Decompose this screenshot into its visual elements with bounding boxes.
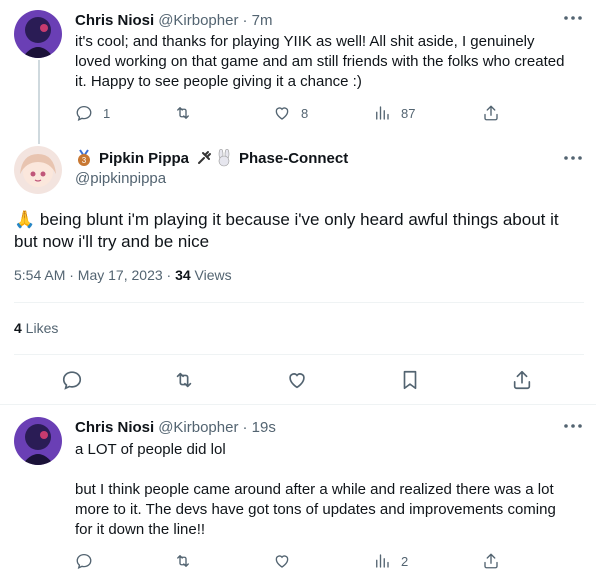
likes-count: 4 — [14, 320, 22, 336]
share-icon — [484, 553, 498, 569]
reply-button[interactable]: 1 — [75, 104, 110, 122]
more-options-icon[interactable] — [563, 155, 583, 161]
share-button[interactable] — [482, 552, 500, 570]
views-button[interactable]: 87 — [373, 104, 415, 122]
heart-icon — [275, 555, 289, 568]
tweet-timestamp[interactable]: 5:54 AM · May 17, 2023 · — [14, 267, 175, 283]
heart-icon — [275, 107, 289, 120]
views-count: 2 — [401, 553, 409, 569]
plug-icon — [198, 151, 212, 164]
bunny-icon — [218, 149, 230, 167]
tweet-time[interactable]: · 7m — [242, 12, 272, 29]
retweet-button[interactable] — [174, 552, 192, 570]
author-handle[interactable]: @Kirbopher — [158, 419, 238, 436]
reply-button[interactable] — [61, 369, 83, 391]
bookmark-icon — [403, 370, 417, 390]
share-icon — [484, 105, 498, 121]
like-button[interactable]: 8 — [273, 104, 308, 122]
tweet-text: it's cool; and thanks for playing YIIK a… — [75, 33, 565, 90]
tweet-text-line1: a LOT of people did lol — [75, 441, 226, 458]
like-count: 8 — [301, 105, 309, 121]
divider — [14, 354, 584, 355]
like-button[interactable] — [273, 552, 291, 570]
medal-icon: 3 — [78, 149, 90, 166]
svg-text:3: 3 — [82, 156, 87, 165]
more-options-icon[interactable] — [563, 15, 583, 21]
avatar[interactable] — [14, 146, 62, 194]
author-name[interactable]: Chris Niosi — [75, 12, 154, 29]
author-name[interactable]: Pipkin Pippa — [99, 150, 189, 167]
likes-summary[interactable]: 4 Likes — [14, 320, 58, 336]
reply-button[interactable] — [75, 552, 93, 570]
more-options-icon[interactable] — [563, 423, 583, 429]
retweet-button[interactable] — [174, 104, 192, 122]
views-count: 87 — [401, 105, 416, 121]
reply-count: 1 — [103, 105, 111, 121]
avatar[interactable] — [14, 10, 62, 58]
retweet-icon — [177, 107, 189, 119]
author-name[interactable]: Chris Niosi — [75, 419, 154, 436]
share-icon — [513, 370, 531, 390]
heart-icon — [289, 373, 305, 389]
views-button[interactable]: 2 — [373, 552, 408, 570]
divider — [0, 404, 596, 405]
retweet-button[interactable] — [173, 369, 195, 391]
affiliation-name[interactable]: Phase-Connect — [239, 150, 348, 167]
views-icon — [376, 554, 389, 568]
views-label: Views — [190, 267, 232, 283]
likes-label: Likes — [21, 320, 59, 336]
reply-icon — [76, 105, 92, 121]
views-count: 34 — [175, 267, 191, 283]
author-handle[interactable]: @pipkinpippa — [75, 170, 166, 187]
views-icon — [376, 106, 389, 120]
divider — [14, 302, 584, 303]
bookmark-button[interactable] — [399, 369, 421, 391]
retweet-icon — [177, 555, 189, 567]
tweet-text: 🙏 being blunt i'm playing it because i'v… — [14, 210, 559, 251]
author-handle[interactable]: @Kirbopher — [158, 12, 238, 29]
reply-icon — [76, 553, 92, 569]
reply-icon — [62, 371, 82, 390]
tweet-time[interactable]: · 19s — [242, 419, 275, 436]
avatar[interactable] — [14, 417, 62, 465]
share-button[interactable] — [482, 104, 500, 122]
share-button[interactable] — [511, 369, 533, 391]
tweet-text-line2: but I think people came around after a w… — [75, 481, 556, 538]
like-button[interactable] — [286, 369, 308, 391]
retweet-icon — [176, 372, 192, 388]
thread-connector — [38, 60, 40, 144]
